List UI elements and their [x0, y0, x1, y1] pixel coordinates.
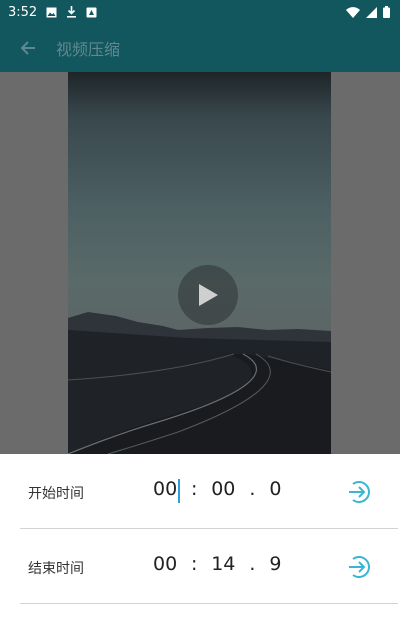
app-bar: 视频压缩: [0, 24, 400, 72]
end-seconds-value: 14: [211, 553, 236, 575]
start-dot: .: [249, 478, 256, 500]
arrow-back-icon: [20, 41, 35, 55]
play-icon: [199, 284, 218, 306]
start-time-row: 开始时间 00 : 00 . 0: [20, 454, 398, 529]
start-time-go-button[interactable]: [346, 478, 374, 506]
play-button[interactable]: [178, 265, 238, 325]
start-time-input: 00 : 00 . 0: [153, 478, 281, 503]
download-icon: [67, 6, 77, 18]
status-left: 3:52: [0, 5, 97, 20]
image-icon: [46, 7, 57, 17]
end-time-row: 结束时间 00 : 14 . 9: [20, 529, 398, 604]
end-seconds-field[interactable]: 14: [211, 553, 235, 575]
end-dot: .: [249, 553, 256, 575]
end-colon: :: [190, 553, 198, 575]
page-title: 视频压缩: [56, 40, 121, 59]
end-time-input: 00 : 14 . 9: [153, 553, 281, 575]
start-tenths-value: 0: [269, 478, 282, 500]
battery-icon: [383, 6, 390, 18]
status-right: [346, 6, 400, 18]
start-minutes-field[interactable]: 00: [153, 478, 181, 503]
signal-icon: [366, 6, 377, 18]
start-seconds-field[interactable]: 00: [211, 478, 235, 500]
end-time-go-button[interactable]: [346, 553, 374, 581]
status-time: 3:52: [8, 4, 38, 20]
badge-icon: [86, 7, 97, 17]
arrow-enter-icon: [349, 481, 370, 503]
video-preview-area: [0, 72, 400, 454]
video-player[interactable]: [68, 72, 331, 454]
start-colon: :: [190, 478, 198, 500]
back-button[interactable]: [0, 24, 56, 72]
start-minutes-value: 00: [153, 478, 178, 500]
end-tenths-value: 9: [269, 553, 282, 575]
start-time-label: 开始时间: [28, 486, 84, 502]
start-seconds-value: 00: [211, 478, 236, 500]
end-minutes-field[interactable]: 00: [153, 553, 177, 575]
end-minutes-value: 00: [153, 553, 178, 575]
text-cursor: [178, 479, 181, 503]
end-tenths-field[interactable]: 9: [269, 553, 281, 575]
video-frame: [68, 312, 331, 454]
wifi-icon: [346, 6, 360, 18]
end-time-label: 结束时间: [28, 561, 84, 577]
status-bar: 3:52: [0, 0, 400, 24]
arrow-enter-icon: [349, 556, 370, 578]
start-tenths-field[interactable]: 0: [269, 478, 281, 500]
